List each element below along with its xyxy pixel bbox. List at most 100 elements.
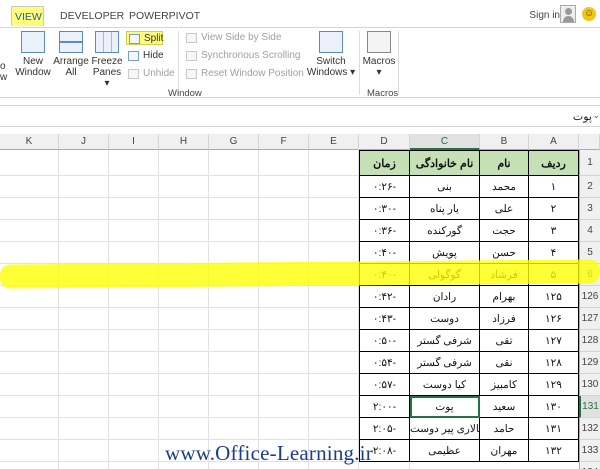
split-button[interactable]: Split: [126, 31, 163, 45]
row-header[interactable]: 133: [579, 440, 600, 462]
table-cell[interactable]: بنی: [410, 176, 480, 198]
column-header-d[interactable]: D: [359, 134, 410, 150]
table-cell[interactable]: علی: [480, 198, 529, 220]
table-cell[interactable]: ۰:۲۶-: [359, 176, 410, 198]
table-cell[interactable]: ۰:۴۲-: [359, 286, 410, 308]
group-label-window: Window: [168, 88, 202, 99]
freeze-panes-button[interactable]: Freeze Panes ▾: [89, 31, 125, 89]
table-cell[interactable]: حامد: [480, 418, 529, 440]
table-cell[interactable]: گورکنده: [410, 220, 480, 242]
table-cell[interactable]: دوست: [410, 308, 480, 330]
table-cell[interactable]: سعید: [480, 396, 529, 418]
table-cell[interactable]: ۱۳۲: [529, 440, 579, 462]
table-cell[interactable]: ۱۳۰: [529, 396, 579, 418]
table-cell[interactable]: ۰:۳۶-: [359, 220, 410, 242]
table-cell[interactable]: ۲: [529, 198, 579, 220]
table-cell[interactable]: شرفی گستر: [410, 330, 480, 352]
table-cell[interactable]: ۲:۰۵-: [359, 418, 410, 440]
table-cell[interactable]: بهرام: [480, 286, 529, 308]
table-cell[interactable]: یار پناه: [410, 198, 480, 220]
table-cell[interactable]: ۰:۳۰-: [359, 198, 410, 220]
gridline: [0, 241, 360, 242]
column-header-a[interactable]: A: [529, 134, 579, 150]
row-header[interactable]: 131: [579, 396, 600, 418]
table-cell[interactable]: ۰:۴۳-: [359, 308, 410, 330]
row-header[interactable]: 132: [579, 418, 600, 440]
column-header-k[interactable]: K: [0, 134, 59, 150]
table-cell[interactable]: ۰:۵۴-: [359, 352, 410, 374]
gridline: [0, 197, 360, 198]
row-header[interactable]: 130: [579, 374, 600, 396]
formula-expand-icon[interactable]: ⌄: [592, 110, 600, 121]
switch-windows-button[interactable]: Switch Windows ▾: [305, 31, 357, 78]
table-cell[interactable]: نقی: [480, 352, 529, 374]
worksheet-grid[interactable]: KJIHGFEDCBA12345612612712812913013113213…: [0, 134, 600, 469]
partial-button[interactable]: ow: [0, 61, 8, 83]
column-header-e[interactable]: E: [309, 134, 359, 150]
table-cell[interactable]: ۰:۵۷-: [359, 374, 410, 396]
column-header-g[interactable]: G: [209, 134, 259, 150]
reset-window-position-button[interactable]: Reset Window Position: [184, 67, 304, 81]
hide-button[interactable]: Hide: [126, 49, 164, 63]
switch-windows-icon: [319, 31, 343, 53]
table-cell[interactable]: کامبیز: [480, 374, 529, 396]
table-cell[interactable]: ۱۲۵: [529, 286, 579, 308]
table-cell[interactable]: ۱۲۶: [529, 308, 579, 330]
view-side-by-side-button[interactable]: View Side by Side: [184, 31, 281, 45]
column-header-j[interactable]: J: [59, 134, 109, 150]
table-header-cell[interactable]: نام خانوادگی: [410, 150, 480, 176]
column-header-i[interactable]: I: [109, 134, 159, 150]
formula-bar[interactable]: پوت ⌄: [0, 105, 600, 127]
table-cell[interactable]: کیا دوست: [410, 374, 480, 396]
new-window-button[interactable]: New Window: [13, 31, 53, 78]
row-header[interactable]: 134: [579, 462, 600, 469]
tab-developer[interactable]: DEVELOPER: [57, 6, 127, 26]
column-header-f[interactable]: F: [259, 134, 309, 150]
synchronous-scrolling-button[interactable]: Synchronous Scrolling: [184, 49, 301, 63]
side-by-side-icon: [186, 33, 197, 43]
table-cell[interactable]: پوت: [410, 396, 480, 418]
column-header-h[interactable]: H: [159, 134, 209, 150]
table-header-cell[interactable]: نام: [480, 150, 529, 176]
arrange-all-button[interactable]: Arrange All: [52, 31, 90, 78]
row-header[interactable]: 2: [579, 176, 600, 198]
table-cell[interactable]: ۱۲۷: [529, 330, 579, 352]
feedback-smiley-icon[interactable]: ☺: [582, 7, 596, 21]
table-cell[interactable]: ۱۳۱: [529, 418, 579, 440]
macros-button[interactable]: Macros ▾: [362, 31, 396, 78]
macros-icon: [367, 31, 391, 53]
sign-in-link[interactable]: Sign in: [529, 10, 560, 21]
row-header[interactable]: 129: [579, 352, 600, 374]
row-header[interactable]: 1: [579, 150, 600, 176]
table-cell[interactable]: ۱۲۸: [529, 352, 579, 374]
table-cell[interactable]: مهران: [480, 440, 529, 462]
row-header[interactable]: 126: [579, 286, 600, 308]
table-cell[interactable]: شرفی گستر: [410, 352, 480, 374]
unhide-button[interactable]: Unhide: [126, 67, 175, 81]
table-cell[interactable]: رادان: [410, 286, 480, 308]
table-cell[interactable]: ۱۲۹: [529, 374, 579, 396]
row-header[interactable]: 127: [579, 308, 600, 330]
tab-view[interactable]: VIEW: [11, 6, 44, 26]
table-header-cell[interactable]: زمان: [359, 150, 410, 176]
table-cell[interactable]: عظیمی: [410, 440, 480, 462]
table-cell[interactable]: محمد: [480, 176, 529, 198]
tab-powerpivot[interactable]: POWERPIVOT: [126, 6, 203, 26]
row-header[interactable]: 4: [579, 220, 600, 242]
table-cell[interactable]: ۰:۵۰-: [359, 330, 410, 352]
table-cell[interactable]: سالاری پیر دوست: [410, 418, 480, 440]
row-header[interactable]: 128: [579, 330, 600, 352]
avatar-icon[interactable]: [560, 5, 576, 23]
column-header-b[interactable]: B: [480, 134, 529, 150]
table-cell[interactable]: فرزاد: [480, 308, 529, 330]
table-cell[interactable]: تقی: [480, 330, 529, 352]
arrange-all-icon: [59, 31, 83, 53]
table-header-cell[interactable]: ردیف: [529, 150, 579, 176]
select-all-corner[interactable]: [579, 134, 600, 150]
table-cell[interactable]: ۳: [529, 220, 579, 242]
column-header-c[interactable]: C: [410, 134, 480, 150]
table-cell[interactable]: ۱: [529, 176, 579, 198]
row-header[interactable]: 3: [579, 198, 600, 220]
table-cell[interactable]: ۲:۰۰-: [359, 396, 410, 418]
table-cell[interactable]: حجت: [480, 220, 529, 242]
